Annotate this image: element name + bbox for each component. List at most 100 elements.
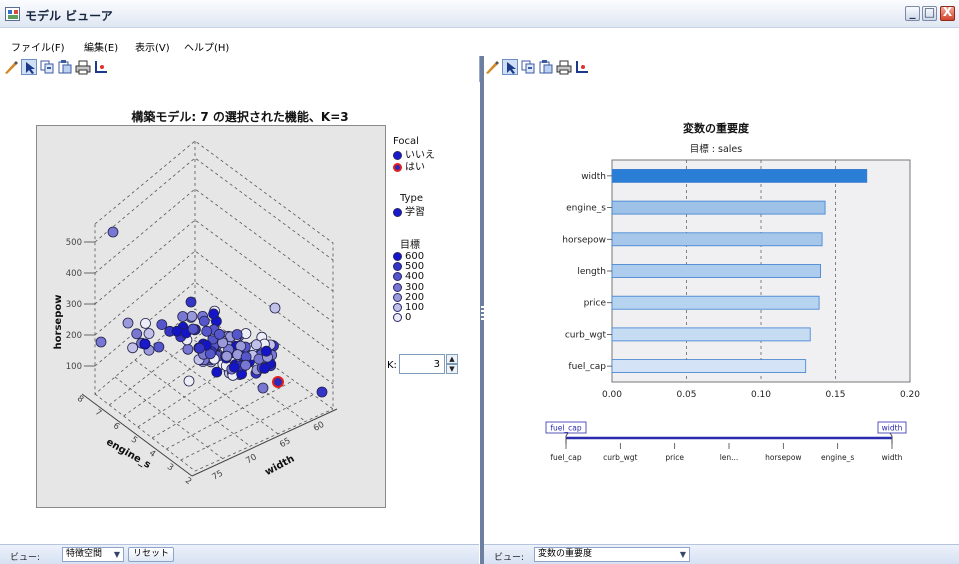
scatter-point[interactable] [143,328,155,339]
importance-subtitle: 目標 : sales [690,143,742,155]
model-viewer-window: モデル ビューア _ □ X ファイル(F) 編集(E) 表示(V) ヘルプ(H… [0,0,959,564]
app-icon [5,7,20,21]
left-view-select[interactable]: 特徴空間 ▼ [62,547,124,562]
importance-bar[interactable] [611,200,826,215]
legend-dot-icon [393,313,402,323]
scatter-point[interactable] [198,315,210,327]
scatter-point[interactable] [269,302,281,314]
scatter-point[interactable] [185,296,197,308]
print-icon[interactable] [75,59,91,75]
importance-bar[interactable] [611,169,868,183]
paste-icon[interactable] [57,59,73,75]
menu-help[interactable]: ヘルプ(H) [184,39,229,54]
scatter-point[interactable] [177,311,189,322]
edit-brush-icon[interactable] [484,59,500,75]
category-label: horsepow [562,235,606,245]
maximize-button[interactable]: □ [922,5,937,21]
left-toolbar [0,56,480,82]
legend-label: 学習 [405,207,425,218]
right-view-select[interactable]: 変数の重要度 ▼ [534,547,690,562]
category-label: price [584,299,607,309]
scatter-point[interactable] [139,338,151,350]
pointer-icon[interactable] [502,59,518,75]
reset-button[interactable]: リセット [128,547,175,562]
importance-bar[interactable] [611,327,811,342]
copy-icon[interactable] [520,59,536,75]
legend-dot-icon [393,262,402,272]
scatter-point[interactable] [187,323,199,335]
scatter-point[interactable] [213,328,225,340]
scatter-point[interactable] [171,325,183,337]
paste-icon[interactable] [538,59,554,75]
legend-target-title: 目標 [400,240,420,251]
focal-point[interactable] [272,376,284,388]
menu-file[interactable]: ファイル(F) [11,39,65,54]
copy-icon[interactable] [39,59,55,75]
importance-bar[interactable] [611,264,822,278]
scatter-point[interactable] [122,317,134,329]
scatter-point[interactable] [316,386,328,398]
k-input[interactable] [399,354,445,374]
category-label: width [581,172,606,182]
k-spin-up-icon[interactable]: ▲ [446,354,458,364]
scatter-point[interactable] [221,350,233,362]
slider-tick-label: len... [720,453,739,462]
scatter-point[interactable] [201,325,213,337]
scatter-point[interactable] [259,362,271,374]
x-tick-label: 0.00 [602,390,622,400]
scatter-point[interactable] [153,341,165,353]
importance-bar[interactable] [611,295,820,310]
y-tick-label: 2 [183,476,193,487]
scatter-point[interactable] [211,366,223,378]
importance-title: 変数の重要度 [683,121,750,135]
legend-dot-icon [393,163,402,172]
scatter-point[interactable] [131,328,143,340]
scatter-point[interactable] [240,359,252,371]
importance-bar[interactable] [611,359,807,374]
scatter-point[interactable] [140,317,151,329]
x-axis-title: width [263,453,296,478]
scatter-point[interactable] [183,375,195,387]
scatter-point[interactable] [228,361,240,373]
scatter-point[interactable] [182,343,194,355]
axis-icon[interactable] [93,59,109,75]
menu-view[interactable]: 表示(V) [135,39,170,54]
importance-bar[interactable] [611,232,823,247]
legend-dot-icon [393,272,402,282]
close-button[interactable]: X [940,5,955,21]
3d-scatter-plot[interactable]: 100 200 300 400 500 8 7 6 5 4 3 2 75 70 65 60 horsepow en… [36,125,386,508]
x-tick-label: 0.20 [900,390,920,400]
edit-brush-icon[interactable] [3,59,19,75]
k-stepper[interactable]: ▲ ▼ [446,354,458,374]
axis-icon[interactable] [574,59,590,75]
plot-title: 構築モデル: 7 の選択された機能、K=3 [131,110,349,124]
scatter-point[interactable] [156,319,168,331]
scatter-point[interactable] [260,345,272,357]
print-icon[interactable] [556,59,572,75]
scatter-point[interactable] [231,329,243,340]
scatter-point[interactable] [250,339,262,351]
menu-edit[interactable]: 編集(E) [84,39,118,54]
legend-dot-icon [393,208,402,217]
slider-tick-label: horsepow [765,453,801,462]
category-label: engine_s [566,204,606,214]
scatter-point[interactable] [127,342,138,354]
pointer-icon[interactable] [21,59,37,75]
scatter-point[interactable] [186,310,198,322]
slider-tick-label: width [882,453,903,462]
y-tick-label: 6 [111,421,121,432]
scatter-point[interactable] [257,382,269,394]
importance-chart: 変数の重要度 目標 : sales 0.00 0.05 0.10 0.15 0.20 wi… [545,121,920,462]
scatter-point[interactable] [194,342,206,354]
scatter-point[interactable] [208,308,220,320]
maximize-icon: □ [923,5,936,19]
slider-min-label: fuel_cap [550,424,582,433]
menu-bar: ファイル(F) 編集(E) 表示(V) ヘルプ(H) [0,28,959,56]
scatter-point[interactable] [107,226,119,238]
x-tick-label: 75 [211,469,225,483]
k-spin-down-icon[interactable]: ▼ [446,364,458,374]
minimize-button[interactable]: _ [905,5,920,21]
minimize-icon: _ [909,5,916,19]
scatter-point[interactable] [95,336,107,348]
x-tick-label: 0.10 [751,390,771,400]
